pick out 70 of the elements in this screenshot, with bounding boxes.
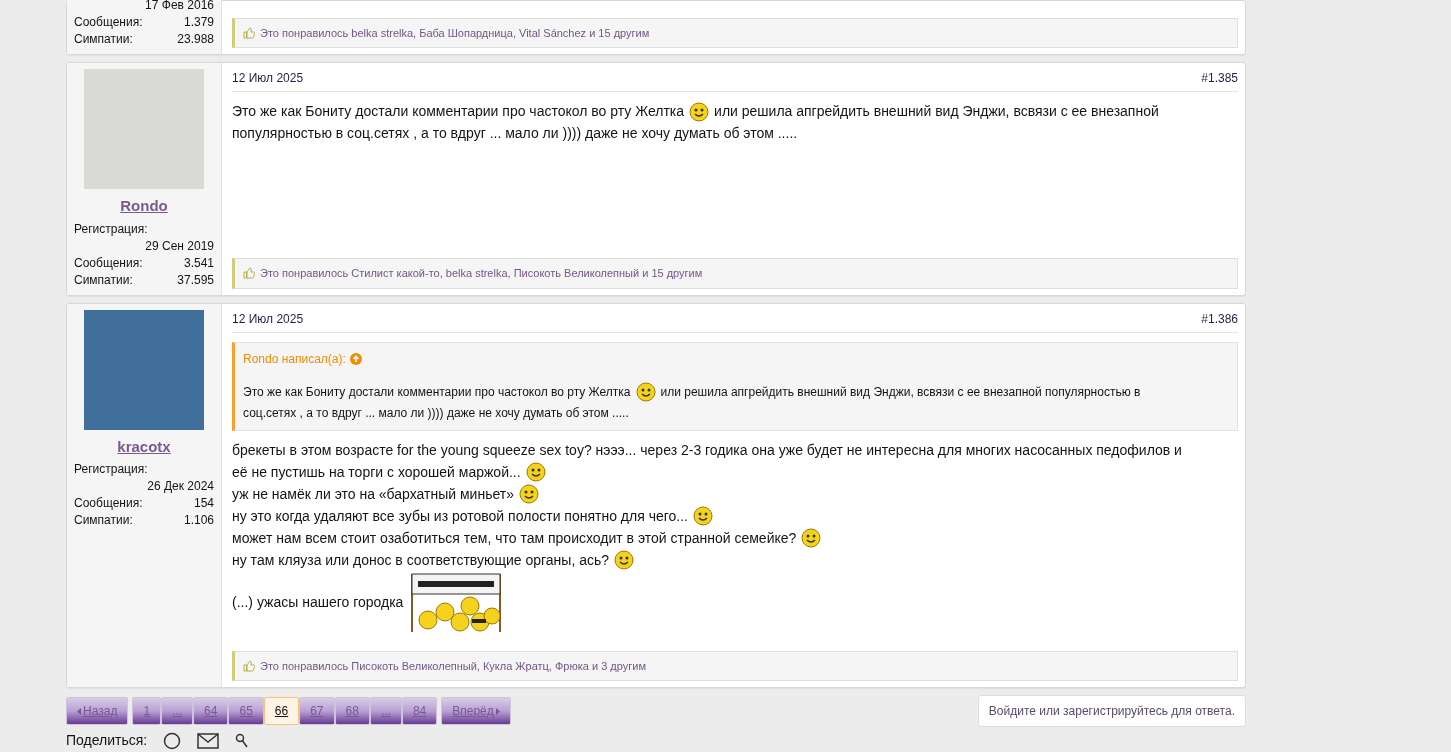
stat-value: 23.988 [177,31,214,48]
smiley-icon [614,550,635,570]
envelope-icon [197,732,220,749]
post-text: брекеты в этом возрасте for the young squeeze sex toy? нэээ... через 2-3 годика она уже будет не интересна для многих насосанных педофилов и [232,440,1182,460]
stat-value: 3.541 [183,254,214,272]
likes-text: Это понравилось Писокоть Великолепный, Кукла Жратц, Фрюка и 3 другим [260,658,646,674]
thumbs-up-icon [243,659,255,672]
stat-label: Симпатии: [74,271,133,289]
post-text: ну это когда удаляют все зубы из ротовой полости понятно для чего... [232,506,688,526]
post-number-link[interactable]: #1.386 [1201,309,1238,328]
stat-label: Сообщения: [74,254,143,272]
circle-icon [163,731,182,750]
post-text: популярностью в соц.сетях , а то вдруг ... мало ли )))) даже не хочу думать об этом ..... [232,124,798,143]
quote-author-link[interactable]: Rondo написал(а): [243,349,346,368]
likes-text: Это понравилось belka strelka, Баба Шопардница, Vital Sánchez и 15 другим [260,25,650,41]
avatar-photo-placeholder[interactable] [84,309,204,430]
avatar-photo-placeholder[interactable] [84,69,204,189]
post-text: её не пустишь на торги с хорошей маржой... [232,462,521,482]
smiley-icon [525,462,546,482]
share-label: Поделиться: [66,731,148,750]
likes-text: Это понравилось Стилист какой-то, belka strelka, Писокоть Великолепный и 15 другим [260,266,703,281]
registration-date: 29 Сен 2019 [144,237,214,255]
thumbs-up-icon [243,26,255,39]
registration-date: 26 Дек 2024 [146,478,214,495]
post-text: ну там кляуза или донос в соответствующие органы, ась? [232,550,610,570]
post-text: соц.сетях , а то вдруг ... мало ли )))) даже не хочу думать об этом ..... [243,404,629,422]
up-arrow-icon [349,352,362,365]
next-page-button[interactable]: Вперёд [441,697,511,725]
stat-value: 1.106 [183,512,214,529]
post-number-link[interactable]: #1.385 [1201,69,1238,87]
stat-label: Сообщения: [74,14,143,31]
stat-label: Сообщения: [74,495,143,512]
smiley-icon [635,381,656,402]
caret-right-icon [495,707,500,715]
stat-label: Симпатии: [74,512,133,529]
page-link[interactable]: 66 [263,697,300,725]
page-link[interactable]: 67 [299,697,335,725]
page-link[interactable]: ... [369,697,402,725]
username-link[interactable]: kracotx [74,435,214,458]
registration-label: Регистрация: [74,220,149,238]
username-link[interactable]: Rondo [74,195,214,218]
page-link[interactable]: 68 [334,697,370,725]
stat-label: Симпатии: [74,31,133,48]
stat-value: 37.595 [177,271,214,289]
post-date[interactable]: 12 Июл 2025 [232,69,304,87]
post-date[interactable]: 12 Июл 2025 [232,309,304,328]
page-link[interactable]: 65 [228,697,264,725]
stat-value: 154 [193,495,214,512]
post-text: или решила апгрейдить внешний вид Энджи, всвязи с ее внезапной [714,102,1159,121]
post-text: Это же как Бониту достали комментарии про частокол во рту Желтка [232,102,685,121]
page-link[interactable]: 1 [132,697,162,725]
smiley-icon [689,101,710,122]
thumbs-up-icon [243,267,255,280]
login-reply-button[interactable]: Войдите или зарегистрируйтесь для ответа. [977,695,1246,727]
post-text: (...) ужасы нашего городка [232,593,404,612]
page-link[interactable]: 84 [401,697,438,725]
registration-label: Регистрация: [74,461,149,478]
caret-left-icon [77,707,81,715]
smiley-icon [518,484,539,504]
registration-date: 17 Фев 2016 [144,0,214,14]
post-text: уж не намёк ли это на «бархатный миньет» [232,484,514,504]
smiley-icon [693,506,713,526]
post-text: или решила апгрейдить внешний вид Энджи, всвязи с ее внезапной популярностью в [660,383,1141,401]
post-text: может нам всем стоит озаботиться тем, что там происходит в этой странной семейке? [232,528,797,548]
smiley-icon [801,528,822,548]
post-text: Это же как Бониту достали комментарии про частокол во рту Желтка [243,383,631,401]
page-link[interactable]: 64 [193,697,229,725]
stat-value: 1.379 [183,14,214,31]
page-link[interactable]: ... [161,697,194,725]
previous-page-button[interactable]: Назад [66,697,129,725]
